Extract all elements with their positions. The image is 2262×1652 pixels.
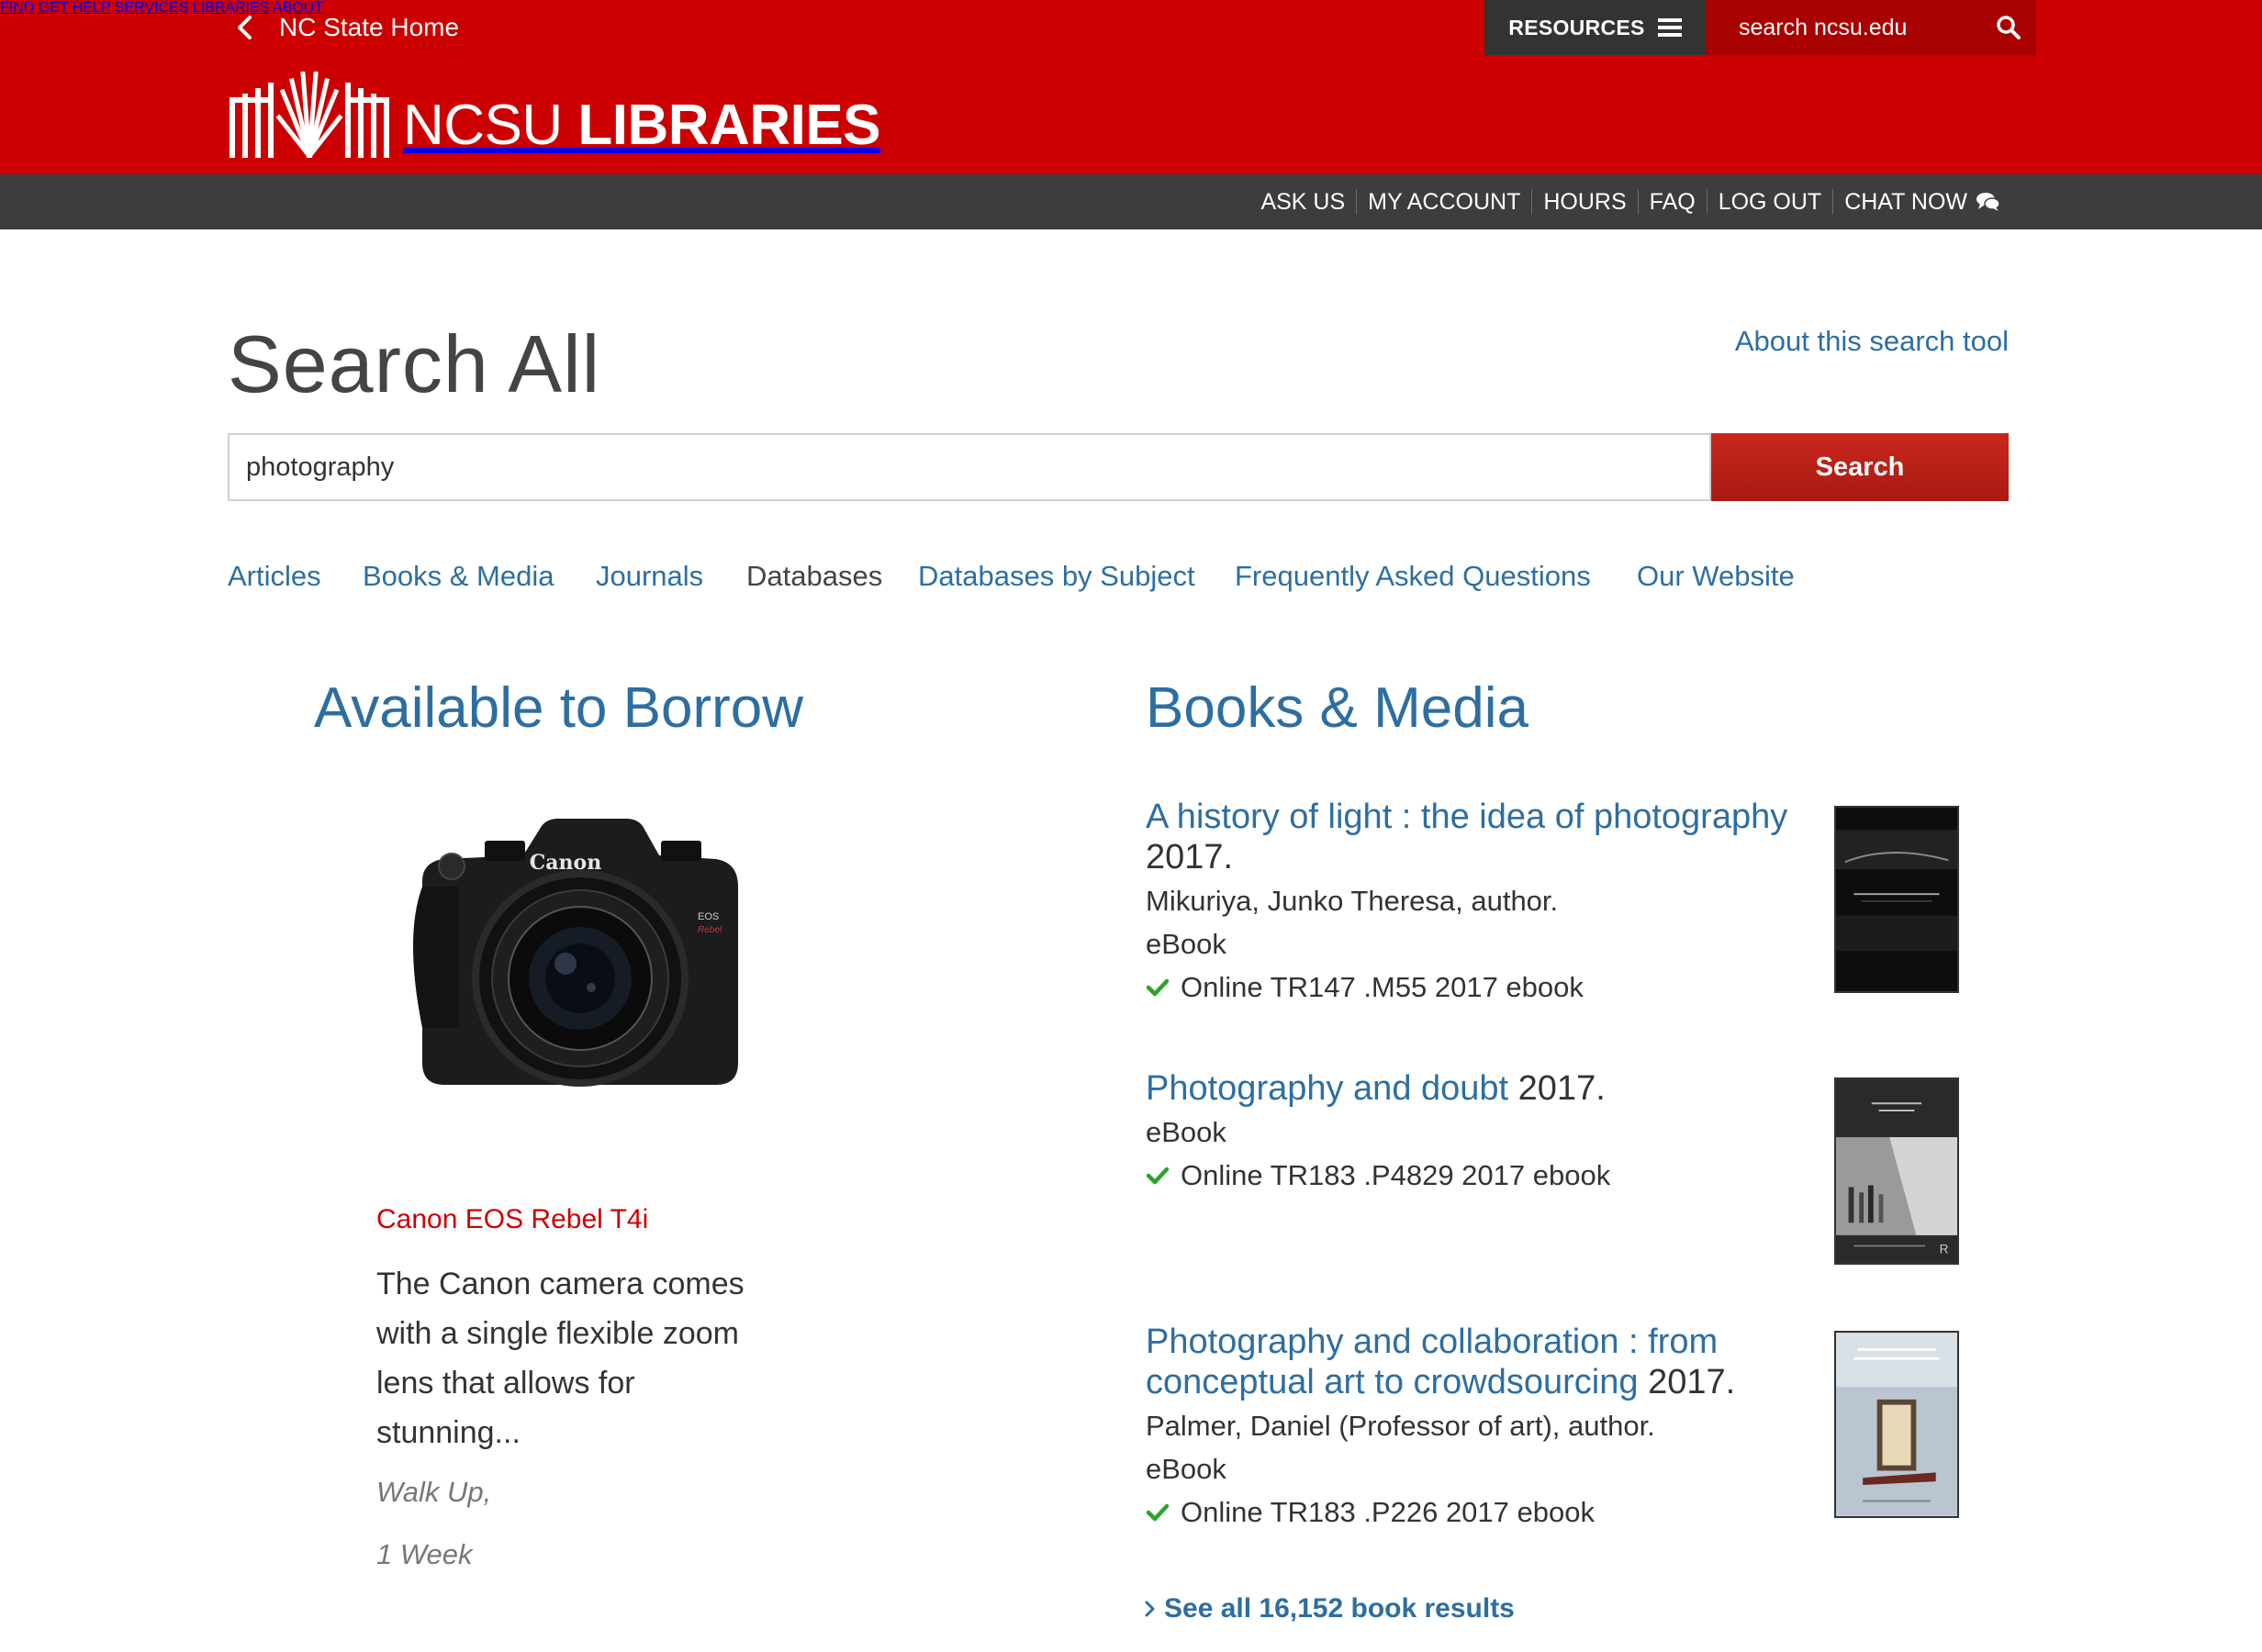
check-icon xyxy=(1146,1166,1170,1184)
search-icon[interactable] xyxy=(1996,15,2021,40)
book-result: Photography and doubt 2017. eBook Online… xyxy=(1146,1068,1807,1197)
svg-text:Rebel: Rebel xyxy=(698,925,722,935)
book-author: Palmer, Daniel (Professor of art), autho… xyxy=(1146,1410,1655,1442)
borrow-item-description: The Canon camera comes with a single fle… xyxy=(376,1267,745,1450)
books-media-heading: Books & Media xyxy=(1146,676,1529,740)
availability-text: Online TR183 .P226 2017 ebook xyxy=(1181,1496,1595,1528)
availability-text: Online TR183 .P4829 2017 ebook xyxy=(1181,1159,1611,1191)
see-all-books-label: See all 16,152 book results xyxy=(1164,1593,1515,1624)
camera-image[interactable]: Canon EOS Rebel xyxy=(386,798,771,1129)
chevron-left-icon xyxy=(238,16,252,39)
book-availability: Online TR183 .P4829 2017 ebook xyxy=(1146,1154,1807,1197)
nc-state-home-link[interactable]: NC State Home xyxy=(230,11,459,44)
book-title-line: Photography and doubt 2017. xyxy=(1146,1068,1807,1109)
about-search-tool-link[interactable]: About this search tool xyxy=(1735,325,2009,358)
hamburger-icon xyxy=(1657,18,1682,37)
site-search-input[interactable] xyxy=(1706,14,1981,41)
utility-bar: ASK US MY ACCOUNT HOURS FAQ LOG OUT CHAT… xyxy=(0,174,2262,229)
utility-links: ASK US MY ACCOUNT HOURS FAQ LOG OUT CHAT… xyxy=(1249,174,2000,229)
site-header: NC State Home RESOURCES search ncsu.edu … xyxy=(0,0,2262,174)
check-icon xyxy=(1146,1503,1170,1521)
ask-us-link[interactable]: ASK US xyxy=(1249,189,1358,215)
book-cover-image[interactable]: R xyxy=(1834,1077,1959,1265)
resources-menu-button[interactable]: RESOURCES xyxy=(1484,0,1706,55)
see-all-books-link[interactable]: See all 16,152 book results xyxy=(1144,1593,1515,1624)
tab-our-website[interactable]: Our Website xyxy=(1637,560,1795,593)
tab-faq[interactable]: Frequently Asked Questions xyxy=(1235,560,1591,593)
book-result: Photography and collaboration : from con… xyxy=(1146,1322,1807,1534)
book-format: eBook xyxy=(1146,1116,1226,1148)
resources-label: RESOURCES xyxy=(1508,15,1645,39)
book-title-line: Photography and collaboration : from con… xyxy=(1146,1322,1807,1402)
book-title-link[interactable]: Photography and doubt xyxy=(1146,1069,1508,1108)
tab-journals[interactable]: Journals xyxy=(596,560,703,593)
borrow-location: Walk Up, xyxy=(376,1476,492,1508)
book-title-link[interactable]: A history of light : the idea of photogr… xyxy=(1146,798,1787,836)
my-account-link[interactable]: MY ACCOUNT xyxy=(1357,189,1533,215)
hours-link[interactable]: HOURS xyxy=(1532,189,1639,215)
site-search-box xyxy=(1706,0,2036,55)
book-title-line: A history of light : the idea of photogr… xyxy=(1146,797,1807,877)
chat-now-link[interactable]: CHAT NOW xyxy=(1833,189,2000,215)
log-out-link[interactable]: LOG OUT xyxy=(1708,189,1834,215)
chat-bubbles-icon xyxy=(1976,193,2000,211)
nav-get-help[interactable]: GET HELP xyxy=(39,0,111,16)
borrow-item-name[interactable]: Canon EOS Rebel T4i xyxy=(376,1204,648,1235)
search-button[interactable]: Search xyxy=(1711,433,2009,501)
chat-now-label: CHAT NOW xyxy=(1844,189,1967,215)
tab-books-media[interactable]: Books & Media xyxy=(363,560,554,593)
book-year: 2017. xyxy=(1146,838,1234,876)
logo-text-light: NCSU xyxy=(403,94,578,157)
book-author: Mikuriya, Junko Theresa, author. xyxy=(1146,885,1559,917)
search-input[interactable] xyxy=(228,433,1711,501)
available-to-borrow-heading: Available to Borrow xyxy=(314,676,804,740)
nav-find[interactable]: FIND xyxy=(0,0,34,16)
ncsu-libraries-logo[interactable]: NCSU LIBRARIES xyxy=(230,72,881,158)
book-title-link[interactable]: Photography and collaboration : from con… xyxy=(1146,1323,1718,1401)
chevron-right-icon xyxy=(1145,1601,1155,1617)
page-title: Search All xyxy=(228,318,601,409)
book-year: 2017. xyxy=(1638,1363,1736,1401)
book-availability: Online TR183 .P226 2017 ebook xyxy=(1146,1490,1807,1534)
faq-link[interactable]: FAQ xyxy=(1639,189,1708,215)
tab-databases-by-subject[interactable]: Databases by Subject xyxy=(918,560,1195,593)
book-cover-image[interactable] xyxy=(1834,1331,1959,1518)
book-format: eBook xyxy=(1146,1453,1226,1485)
svg-text:R: R xyxy=(1940,1242,1949,1256)
home-link-label: NC State Home xyxy=(279,13,460,41)
book-cover-image[interactable] xyxy=(1834,806,1959,993)
availability-text: Online TR147 .M55 2017 ebook xyxy=(1181,971,1584,1003)
book-result: A history of light : the idea of photogr… xyxy=(1146,797,1807,1009)
logo-text-bold: LIBRARIES xyxy=(577,94,881,157)
book-availability: Online TR147 .M55 2017 ebook xyxy=(1146,966,1807,1009)
svg-text:EOS: EOS xyxy=(698,911,719,922)
borrow-loan-period: 1 Week xyxy=(376,1538,473,1570)
book-year: 2017. xyxy=(1508,1069,1606,1108)
nav-services[interactable]: SERVICES xyxy=(115,0,189,16)
library-logo-icon xyxy=(230,72,389,158)
check-icon xyxy=(1146,978,1170,996)
tab-databases[interactable]: Databases xyxy=(746,560,882,593)
logo-wordmark: NCSU LIBRARIES xyxy=(403,94,881,157)
book-format: eBook xyxy=(1146,928,1226,960)
tab-articles[interactable]: Articles xyxy=(228,560,321,593)
